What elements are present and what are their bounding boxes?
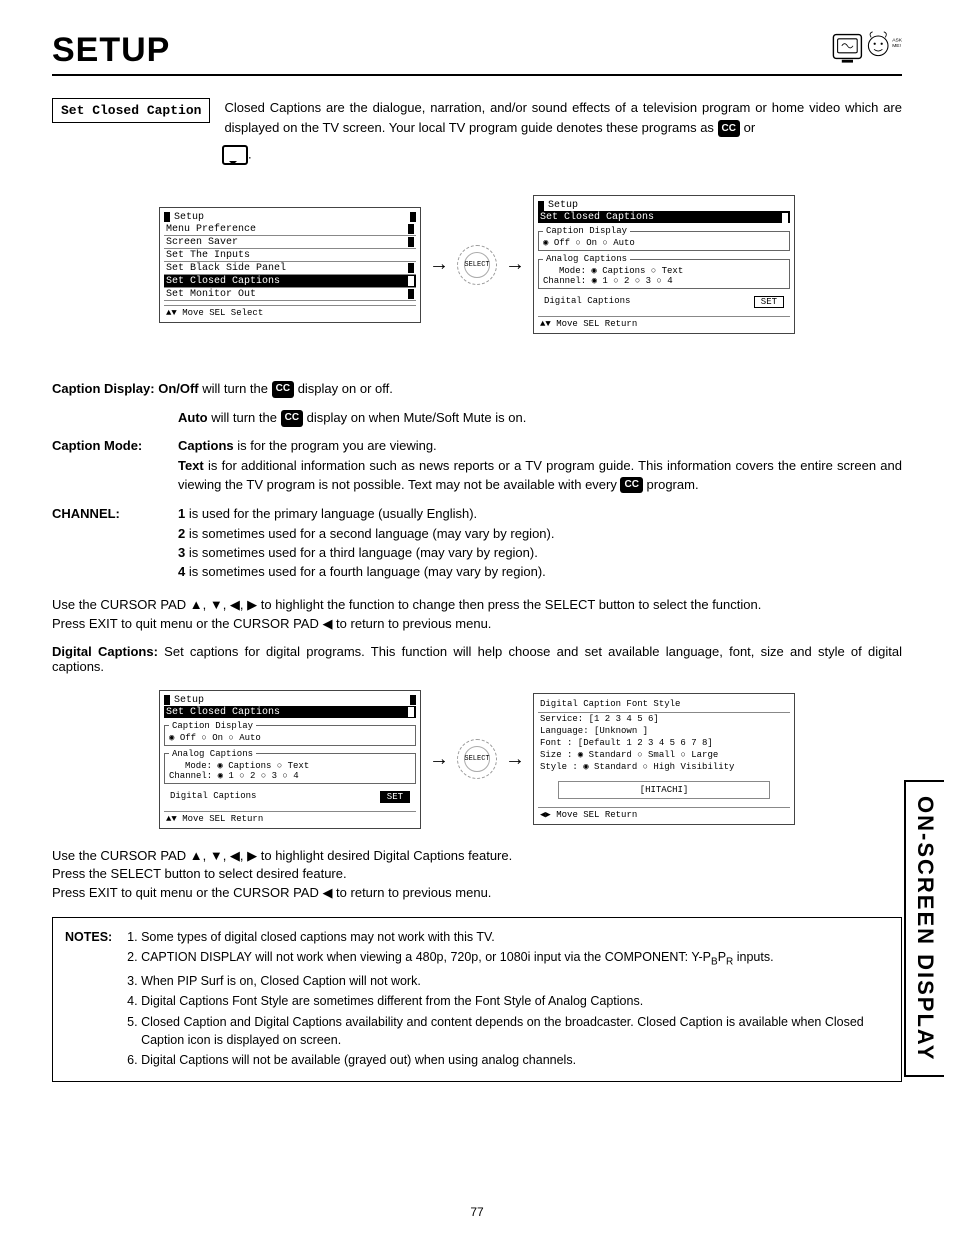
- svg-text:ME!: ME!: [892, 43, 901, 49]
- select-button-icon: SELECT: [457, 739, 497, 779]
- osd-setup-menu: Setup Menu Preference Screen Saver Set T…: [159, 207, 421, 323]
- arrow-right-icon: →: [429, 748, 449, 771]
- cc-icon: CC: [281, 410, 303, 427]
- note-item: When PIP Surf is on, Closed Caption will…: [141, 972, 889, 990]
- intro-text: Closed Captions are the dialogue, narrat…: [224, 98, 902, 137]
- ask-me-icon: ASK ME!: [832, 30, 902, 70]
- arrow-right-icon: →: [505, 253, 525, 276]
- osd-closed-captions: Setup Set Closed Captions Caption Displa…: [533, 195, 795, 334]
- arrow-right-icon: →: [505, 748, 525, 771]
- note-item: CAPTION DISPLAY will not work when viewi…: [141, 948, 889, 970]
- page-title: SETUP: [52, 31, 170, 70]
- channel-label: CHANNEL:: [52, 506, 168, 521]
- cc-icon: CC: [620, 477, 642, 494]
- svg-text:ASK: ASK: [892, 38, 902, 44]
- caption-display-label: Caption Display:: [52, 381, 155, 396]
- caption-mode-label: Caption Mode:: [52, 438, 168, 453]
- note-item: Some types of digital closed captions ma…: [141, 928, 889, 946]
- select-button-icon: SELECT: [457, 245, 497, 285]
- cc-icon: CC: [718, 120, 740, 137]
- note-item: Digital Captions will not be available (…: [141, 1051, 889, 1069]
- arrow-right-icon: →: [429, 253, 449, 276]
- cc-icon: CC: [272, 381, 294, 398]
- osd-digital-font-style: Digital Caption Font Style Service: [1 2…: [533, 693, 795, 825]
- note-item: Digital Captions Font Style are sometime…: [141, 992, 889, 1010]
- note-item: Closed Caption and Digital Captions avai…: [141, 1013, 889, 1049]
- section-box-label: Set Closed Caption: [52, 98, 210, 123]
- side-tab: ON-SCREEN DISPLAY: [904, 780, 944, 1077]
- speech-bubble-icon: [222, 145, 248, 165]
- notes-box: NOTES: Some types of digital closed capt…: [52, 917, 902, 1082]
- page-number: 77: [0, 1205, 954, 1219]
- osd-closed-captions-2: Setup Set Closed Captions Caption Displa…: [159, 690, 421, 829]
